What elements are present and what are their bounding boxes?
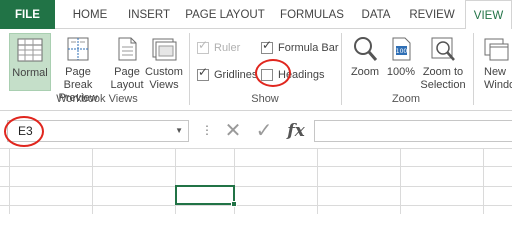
page-break-preview-label-1: Page Break (63, 66, 93, 91)
zoom-to-selection-button[interactable]: Zoom to Selection (418, 33, 468, 91)
tab-review[interactable]: REVIEW (404, 0, 460, 29)
zoom-to-selection-label-2: Selection (420, 79, 466, 91)
formula-bar-label: Formula Bar (278, 42, 339, 54)
gridlines-checkbox[interactable]: ✓ Gridlines (197, 65, 258, 83)
tab-insert[interactable]: INSERT (121, 0, 177, 29)
grid-row-line (0, 148, 512, 149)
tab-page-layout[interactable]: PAGE LAYOUT (180, 0, 270, 29)
worksheet-grid[interactable] (0, 148, 512, 214)
grid-column-line (9, 148, 10, 214)
group-separator (473, 33, 474, 105)
page-layout-icon (118, 37, 137, 61)
grid-column-line (317, 148, 318, 214)
chevron-down-icon[interactable]: ▼ (175, 121, 183, 141)
tab-formulas[interactable]: FORMULAS (276, 0, 348, 29)
new-window-button[interactable]: New Window (478, 33, 512, 91)
page-layout-label-1: Page (114, 66, 140, 78)
formula-bar-row: E3 ▼ ⋮ ✕ ✓ fx (0, 113, 512, 148)
page-break-preview-button[interactable]: Page Break Preview (53, 33, 103, 104)
grid-row-line (0, 166, 512, 167)
group-separator (341, 33, 342, 105)
custom-views-label-1: Custom (145, 66, 183, 78)
zoom-magnifier-icon (354, 37, 378, 61)
ruler-checkbox[interactable]: ✓ Ruler (197, 38, 253, 56)
zoom-button[interactable]: Zoom (346, 33, 384, 91)
page-break-preview-icon (67, 37, 89, 61)
normal-view-icon (17, 38, 43, 62)
formula-input[interactable] (314, 120, 512, 142)
zoom-label: Zoom (350, 66, 380, 78)
enter-check-icon[interactable]: ✓ (252, 120, 276, 142)
new-window-label-1: New (484, 66, 507, 78)
headings-annotation-circle (255, 59, 291, 87)
page-layout-button[interactable]: Page Layout (108, 33, 146, 91)
custom-views-icon (152, 38, 177, 61)
ribbon-tab-bar: FILE HOME INSERT PAGE LAYOUT FORMULAS DA… (0, 0, 512, 30)
page-layout-label-2: Layout (110, 79, 144, 91)
tab-view[interactable]: VIEW (465, 0, 512, 30)
fill-handle[interactable] (231, 201, 237, 207)
gridlines-label: Gridlines (214, 69, 258, 81)
checkmark-icon: ✓ (198, 38, 209, 52)
grid-column-line (400, 148, 401, 214)
ruler-label: Ruler (214, 42, 241, 54)
selected-cell-e3[interactable] (175, 185, 237, 207)
tab-home[interactable]: HOME (64, 0, 116, 29)
name-box-annotation-circle (4, 116, 44, 147)
grid-column-line (483, 148, 484, 214)
formula-bar-checkbox[interactable]: ✓ Formula Bar (261, 38, 341, 56)
new-window-icon (484, 38, 509, 61)
zoom-to-selection-icon (431, 37, 455, 61)
formula-bar-grip-icon[interactable]: ⋮ (201, 121, 213, 139)
grid-row-line (0, 186, 512, 187)
zoom-to-selection-label-1: Zoom to (422, 66, 464, 78)
zoom-100-button[interactable]: 100 100% (384, 33, 418, 91)
zoom-group-label: Zoom (391, 93, 421, 105)
checkmark-icon: ✓ (262, 38, 273, 52)
checkmark-icon: ✓ (198, 65, 209, 79)
zoom-100-icon: 100 (392, 37, 411, 61)
custom-views-label-2: Views (149, 79, 179, 91)
workbook-views-group-label: Workbook Views (56, 93, 138, 105)
cancel-icon[interactable]: ✕ (221, 120, 245, 142)
group-separator (189, 33, 190, 105)
tab-data[interactable]: DATA (353, 0, 399, 29)
ribbon-view: Normal Page Break Preview Page Layout Cu… (0, 29, 512, 111)
grid-column-line (92, 148, 93, 214)
normal-view-button[interactable]: Normal (9, 33, 51, 91)
show-group-label: Show (251, 93, 279, 105)
new-window-label-2: Window (484, 79, 512, 91)
insert-function-icon[interactable]: fx (284, 120, 308, 142)
custom-views-button[interactable]: Custom Views (145, 33, 183, 91)
normal-view-label: Normal (12, 67, 48, 79)
zoom-100-label: 100% (386, 66, 416, 78)
svg-text:100: 100 (396, 48, 408, 55)
tab-file[interactable]: FILE (0, 0, 55, 29)
grid-row-line (0, 205, 512, 206)
